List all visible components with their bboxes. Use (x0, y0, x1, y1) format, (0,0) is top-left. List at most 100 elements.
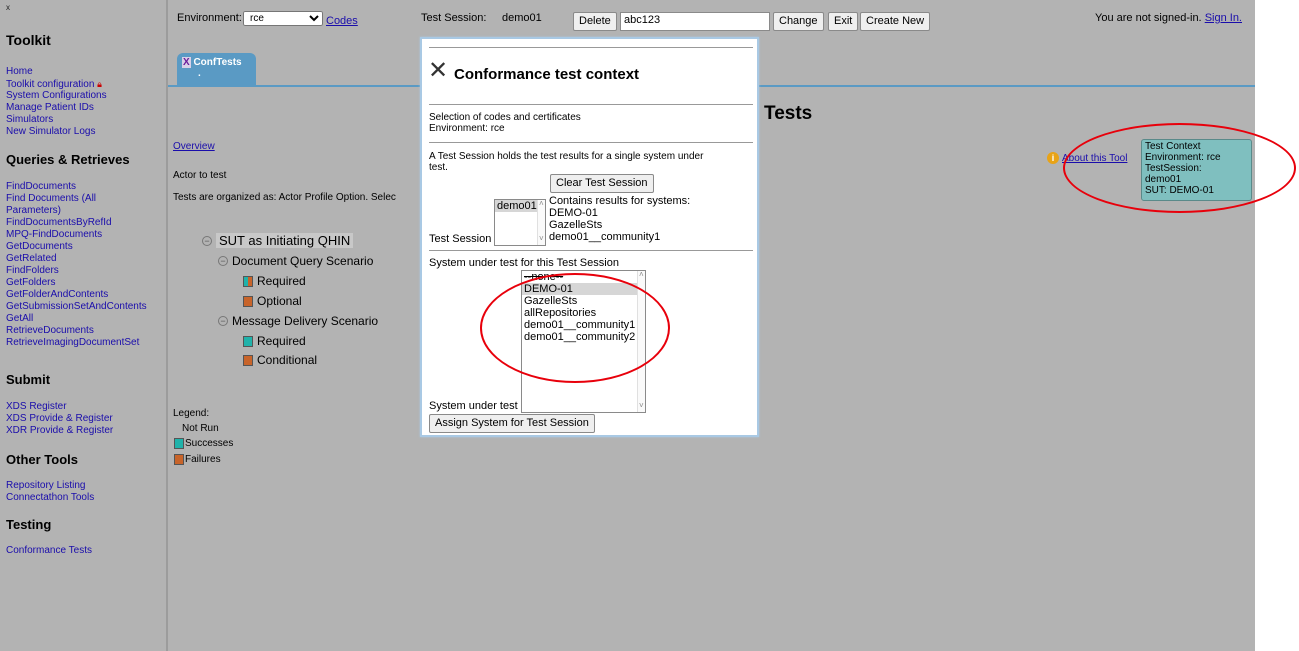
overview-link[interactable]: Overview (173, 141, 215, 152)
divider (429, 142, 753, 143)
status-swatch (243, 335, 253, 347)
divider (429, 47, 753, 48)
sidebar-link-label: Toolkit configuration (6, 79, 95, 90)
divider (429, 250, 753, 251)
legend-failures-label: Failures (185, 454, 221, 465)
tree-root[interactable]: − SUT as Initiating QHIN (202, 233, 354, 248)
sidebar-link-getfolders[interactable]: GetFolders (6, 277, 55, 289)
signin-status: You are not signed-in. Sign In. (1095, 12, 1242, 24)
organized-text: Tests are organized as: Actor Profile Op… (173, 192, 396, 203)
option-label: Conditional (257, 353, 318, 367)
environment-label: Environment: (177, 12, 242, 24)
contains-label: Contains results for systems: (549, 195, 691, 207)
create-new-button[interactable]: Create New (860, 12, 931, 31)
sidebar-link-find-documents-all[interactable]: Find Documents (All (6, 193, 96, 205)
tree-scenario-document-query[interactable]: − Document Query Scenario (218, 254, 373, 268)
testing-heading: Testing (6, 517, 52, 532)
tree-root-label: SUT as Initiating QHIN (216, 233, 354, 248)
tree-option-required[interactable]: Required (243, 274, 306, 288)
sidebar-link-system-configurations[interactable]: System Configurations (6, 90, 107, 102)
sidebar-link-home[interactable]: Home (6, 66, 33, 78)
description-line: test. (429, 162, 448, 173)
sut-label: System under test (429, 400, 518, 412)
page-heading: Tests (764, 103, 813, 124)
dialog-title: Conformance test context (454, 66, 640, 83)
test-session-label: Test Session (429, 233, 492, 245)
sidebar-link-getall[interactable]: GetAll (6, 313, 33, 325)
status-swatch (243, 275, 253, 287)
sidebar-link-finddocumentsbyrefid[interactable]: FindDocumentsByRefId (6, 217, 112, 229)
sidebar-link-finddocuments[interactable]: FindDocuments (6, 181, 76, 193)
sidebar-link-findfolders[interactable]: FindFolders (6, 265, 59, 277)
collapse-icon[interactable]: − (218, 256, 228, 266)
sidebar: x Toolkit Home Toolkit configuration 🔒︎ … (0, 0, 168, 651)
system-entry: GazelleSts (549, 219, 603, 231)
highlight-ellipse (1063, 123, 1296, 213)
sidebar-link-new-simulator-logs[interactable]: New Simulator Logs (6, 126, 95, 138)
tab-close-icon[interactable]: X (182, 57, 191, 68)
queries-heading: Queries & Retrieves (6, 152, 130, 167)
highlight-ellipse (480, 273, 670, 383)
tree-scenario-message-delivery[interactable]: − Message Delivery Scenario (218, 314, 378, 328)
option-label: Required (257, 274, 306, 288)
change-button[interactable]: Change (773, 12, 824, 31)
sidebar-link-xds-register[interactable]: XDS Register (6, 401, 67, 413)
failure-swatch (174, 454, 184, 465)
sidebar-link-simulators[interactable]: Simulators (6, 114, 53, 126)
actor-to-test-label: Actor to test (173, 170, 227, 181)
sidebar-link-manage-patient-ids[interactable]: Manage Patient IDs (6, 102, 94, 114)
sidebar-close-icon[interactable]: x (6, 3, 10, 12)
sidebar-link-retrievedocuments[interactable]: RetrieveDocuments (6, 325, 94, 337)
option-label: Required (257, 334, 306, 348)
lock-icon: 🔒︎ (97, 79, 102, 89)
submit-heading: Submit (6, 372, 51, 387)
status-swatch (243, 354, 253, 366)
sidebar-link-connectathon-tools[interactable]: Connectathon Tools (6, 492, 94, 504)
legend-not-run: Not Run (182, 423, 219, 434)
sidebar-link-repository-listing[interactable]: Repository Listing (6, 480, 85, 492)
tree-option-required-2[interactable]: Required (243, 334, 306, 348)
system-entry: DEMO-01 (549, 207, 598, 219)
codes-link[interactable]: Codes (326, 15, 358, 27)
sidebar-link-mpq-finddocuments[interactable]: MPQ-FindDocuments (6, 229, 102, 241)
description-line: A Test Session holds the test results fo… (429, 151, 704, 162)
sidebar-link-getdocuments[interactable]: GetDocuments (6, 241, 73, 253)
collapse-icon[interactable]: − (218, 316, 228, 326)
legend-successes-label: Successes (185, 438, 234, 449)
system-entry: demo01__community1 (549, 231, 661, 243)
sidebar-link-getrelated[interactable]: GetRelated (6, 253, 57, 265)
sidebar-link-find-documents-all-cont[interactable]: Parameters) (6, 205, 61, 217)
clear-test-session-button[interactable]: Clear Test Session (550, 174, 654, 193)
tree-option-conditional[interactable]: Conditional (243, 353, 317, 367)
sidebar-link-getsubmissionsetandcontents[interactable]: GetSubmissionSetAndContents (6, 301, 147, 313)
test-session-label: Test Session: (421, 12, 487, 24)
tab-conftests[interactable]: X ConfTests . (177, 53, 256, 87)
conformance-context-dialog: ✕ Conformance test context Selection of … (420, 37, 759, 437)
sidebar-link-getfolderandcontents[interactable]: GetFolderAndContents (6, 289, 108, 301)
collapse-icon[interactable]: − (202, 235, 212, 246)
test-session-list[interactable]: demo01 (494, 199, 546, 246)
test-session-input[interactable]: abc123 (620, 12, 770, 31)
option-label: Optional (257, 294, 302, 308)
info-icon: i (1047, 152, 1059, 164)
scenario-label: Document Query Scenario (232, 254, 374, 268)
sidebar-link-xds-provide-register[interactable]: XDS Provide & Register (6, 413, 113, 425)
tab-sublabel: . (198, 68, 201, 79)
sidebar-link-xdr-provide-register[interactable]: XDR Provide & Register (6, 425, 113, 437)
environment-select[interactable]: rce (243, 11, 323, 26)
legend-failures: Failures (174, 454, 221, 465)
codes-line: Selection of codes and certificates (429, 112, 581, 123)
delete-button[interactable]: Delete (573, 12, 617, 31)
signin-link[interactable]: Sign In. (1205, 12, 1242, 24)
assign-system-button[interactable]: Assign System for Test Session (429, 414, 595, 433)
close-icon[interactable]: ✕ (428, 59, 448, 83)
sidebar-link-conformance-tests[interactable]: Conformance Tests (6, 545, 92, 557)
scrollbar[interactable] (537, 200, 545, 245)
exit-button[interactable]: Exit (828, 12, 859, 31)
scenario-label: Message Delivery Scenario (232, 314, 379, 328)
legend-successes: Successes (174, 438, 233, 449)
legend-title: Legend: (173, 408, 210, 419)
divider (429, 104, 753, 105)
sidebar-link-retrieveimagingdocumentset[interactable]: RetrieveImagingDocumentSet (6, 337, 139, 349)
tree-option-optional[interactable]: Optional (243, 294, 302, 308)
